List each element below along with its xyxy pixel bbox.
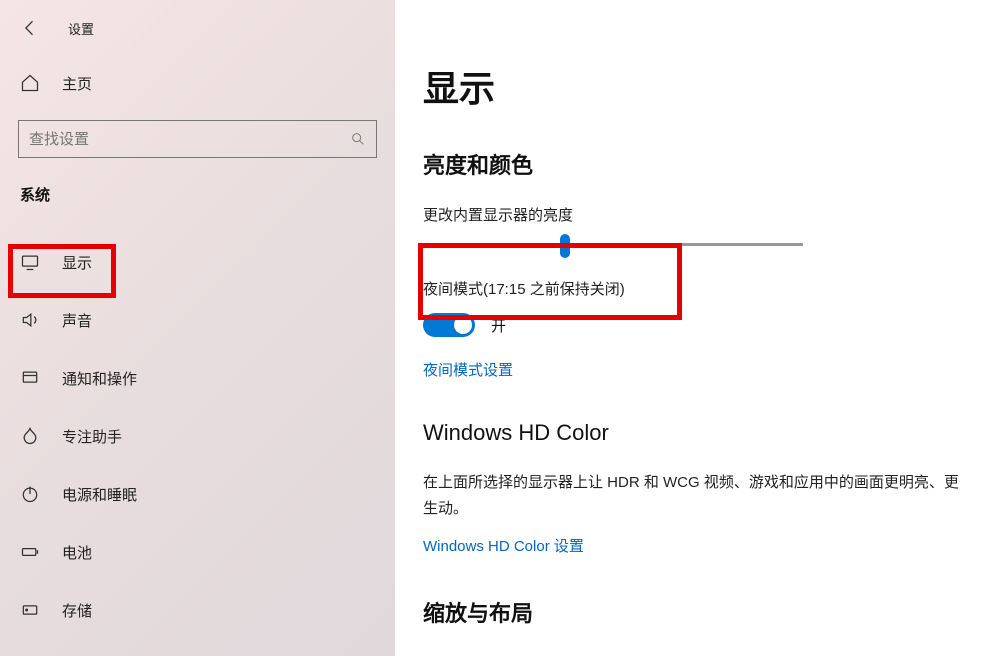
night-mode-state: 开 [491, 315, 506, 336]
brightness-slider-label: 更改内置显示器的亮度 [423, 204, 975, 225]
search-icon [350, 131, 366, 147]
back-icon[interactable] [20, 18, 40, 38]
sidebar-item-display[interactable]: 显示 [0, 233, 395, 291]
sidebar-item-storage[interactable]: 存储 [0, 581, 395, 639]
sidebar-item-label: 存储 [62, 600, 92, 621]
storage-icon [20, 600, 40, 620]
search-input-container[interactable] [18, 120, 377, 158]
power-icon [20, 484, 40, 504]
page-title: 显示 [423, 60, 975, 112]
home-label: 主页 [62, 73, 92, 94]
sound-icon [20, 310, 40, 330]
hdcolor-settings-link[interactable]: Windows HD Color 设置 [423, 535, 584, 556]
night-mode-toggle[interactable] [423, 313, 475, 337]
sidebar-item-sound[interactable]: 声音 [0, 291, 395, 349]
sidebar-item-label: 声音 [62, 310, 92, 331]
brightness-slider-thumb[interactable] [560, 234, 570, 258]
sidebar-item-label: 通知和操作 [62, 368, 137, 389]
sidebar-item-power[interactable]: 电源和睡眠 [0, 465, 395, 523]
battery-icon [20, 542, 40, 562]
sidebar-item-battery[interactable]: 电池 [0, 523, 395, 581]
section-label-system: 系统 [0, 184, 395, 205]
sidebar-item-label: 显示 [62, 252, 92, 273]
hdcolor-desc: 在上面所选择的显示器上让 HDR 和 WCG 视频、游戏和应用中的画面更明亮、更… [423, 470, 968, 521]
notification-icon [20, 368, 40, 388]
night-mode-settings-link[interactable]: 夜间模式设置 [423, 359, 513, 380]
section-brightness-heading: 亮度和颜色 [423, 148, 975, 180]
section-hdcolor-heading: Windows HD Color [423, 420, 975, 446]
sidebar-item-label: 电源和睡眠 [62, 484, 137, 505]
settings-title: 设置 [68, 19, 94, 38]
focus-icon [20, 426, 40, 446]
section-scale-heading: 缩放与布局 [423, 596, 975, 628]
home-icon [20, 73, 40, 93]
home-button[interactable]: 主页 [0, 68, 395, 98]
search-input[interactable] [29, 131, 350, 148]
sidebar-item-label: 电池 [62, 542, 92, 563]
night-mode-label: 夜间模式(17:15 之前保持关闭) [423, 278, 975, 299]
sidebar-item-label: 专注助手 [62, 426, 122, 447]
sidebar-item-focus[interactable]: 专注助手 [0, 407, 395, 465]
sidebar-item-notifications[interactable]: 通知和操作 [0, 349, 395, 407]
display-icon [20, 252, 40, 272]
brightness-slider[interactable] [423, 243, 803, 246]
